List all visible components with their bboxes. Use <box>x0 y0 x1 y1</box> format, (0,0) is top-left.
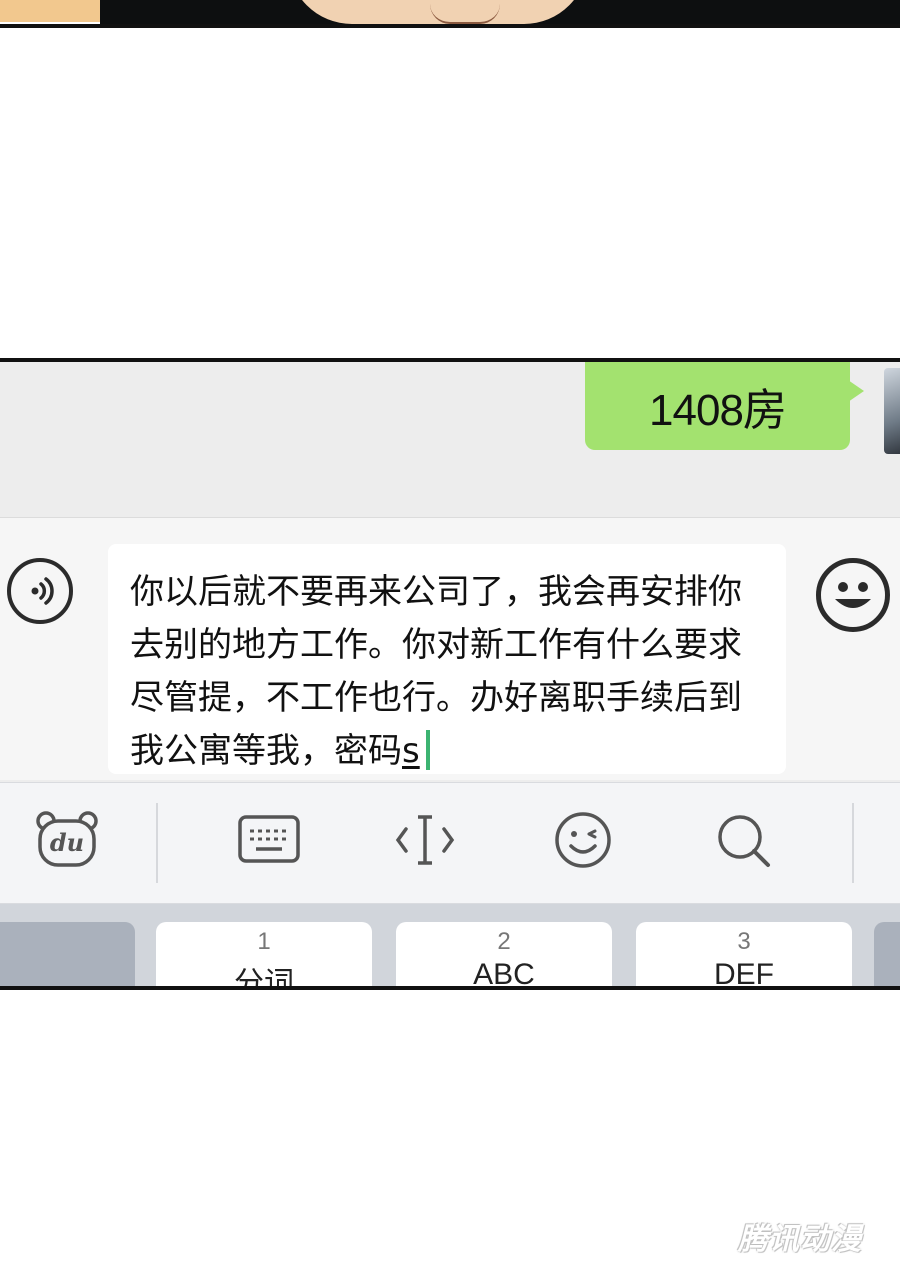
key-label: DEF <box>714 958 774 990</box>
emoji-face-icon <box>555 812 611 868</box>
avatar[interactable] <box>884 368 900 454</box>
cursor-icon <box>395 815 455 865</box>
chat-message-area[interactable]: 1408房 <box>0 362 900 517</box>
phone-chat-panel: 1408房 你以后就不要再来公司了，我会再安排你去别的地方工作。你对新工作有什么… <box>0 358 900 990</box>
emoji-button[interactable] <box>816 558 890 632</box>
emoji-panel-button[interactable] <box>548 805 618 875</box>
key-number: 1 <box>257 928 271 955</box>
key-function-left[interactable] <box>0 922 135 986</box>
voice-icon <box>31 577 54 605</box>
message-input-bar: 你以后就不要再来公司了，我会再安排你去别的地方工作。你对新工作有什么要求尽管提，… <box>0 517 900 780</box>
sent-message-text: 1408房 <box>649 386 787 435</box>
draft-text: 你以后就不要再来公司了，我会再安排你去别的地方工作。你对新工作有什么要求尽管提，… <box>130 572 742 771</box>
panel-art-hands <box>430 4 500 24</box>
watermark-logo: 腾讯动漫 <box>738 1222 862 1257</box>
keyboard-keys: 1 分词 2 ABC 3 DEF <box>0 904 900 990</box>
composing-text: s <box>402 731 420 771</box>
comic-panel-top <box>0 0 900 30</box>
key-number: 3 <box>737 928 751 955</box>
ime-toolbar: du <box>0 782 900 904</box>
du-label: du <box>50 828 84 857</box>
key-1[interactable]: 1 分词 <box>156 922 372 990</box>
baidu-du-icon: du <box>36 811 98 867</box>
voice-input-button[interactable] <box>7 558 73 624</box>
toolbar-divider <box>156 803 158 883</box>
smiley-icon <box>835 582 871 608</box>
keyboard-switch-button[interactable] <box>234 805 304 875</box>
key-label: ABC <box>473 958 535 990</box>
key-3[interactable]: 3 DEF <box>636 922 852 990</box>
message-text-field[interactable]: 你以后就不要再来公司了，我会再安排你去别的地方工作。你对新工作有什么要求尽管提，… <box>108 544 786 774</box>
toolbar-divider <box>852 803 854 883</box>
search-icon <box>718 815 770 867</box>
message-draft: 你以后就不要再来公司了，我会再安排你去别的地方工作。你对新工作有什么要求尽管提，… <box>130 566 766 778</box>
baidu-du-button[interactable]: du <box>32 805 102 875</box>
sent-message-bubble[interactable]: 1408房 <box>585 362 864 450</box>
text-caret <box>425 730 430 770</box>
key-label: 分词 <box>234 967 294 990</box>
key-number: 2 <box>497 928 511 955</box>
search-button[interactable] <box>708 805 778 875</box>
key-function-right[interactable] <box>874 922 900 986</box>
panel-border <box>0 24 900 28</box>
keyboard-icon <box>238 815 300 863</box>
key-2[interactable]: 2 ABC <box>396 922 612 990</box>
cursor-control-button[interactable] <box>390 805 460 875</box>
